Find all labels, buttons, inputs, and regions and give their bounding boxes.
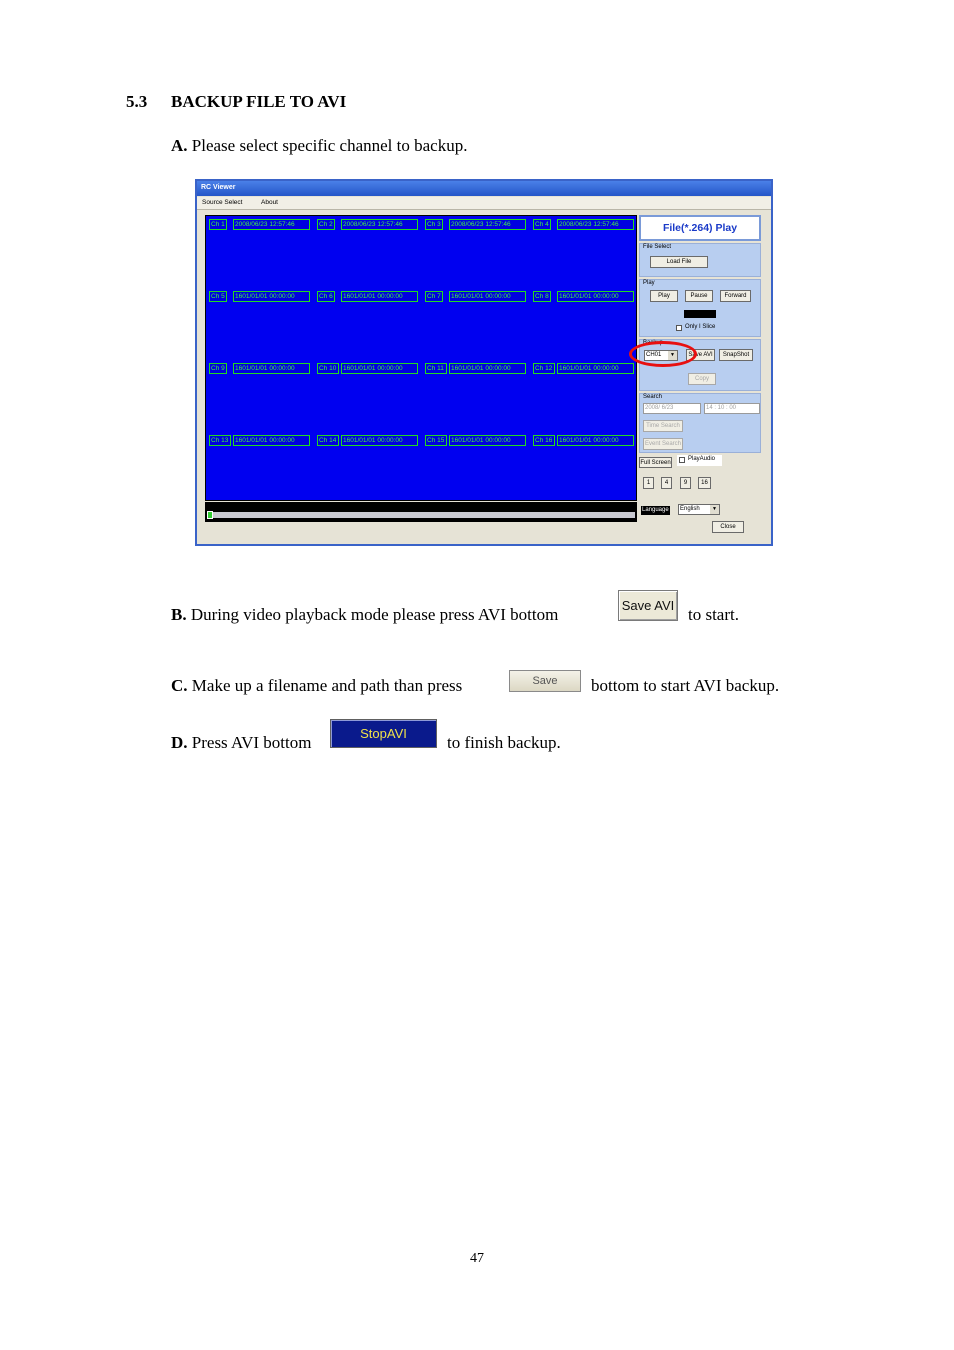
step-b: B. During video playback mode please pre…: [171, 605, 558, 625]
channel-timestamp: 1601/01/01 00:00:00: [557, 435, 634, 446]
video-grid: Ch 1 2008/06/23 12:57:46 Ch 2 2008/06/23…: [205, 215, 637, 501]
channel-timestamp: 2008/06/23 12:57:46: [233, 219, 310, 230]
channel-timestamp: 1601/01/01 00:00:00: [233, 435, 310, 446]
language-select-value: English: [680, 506, 700, 512]
playback-speed-indicator: [684, 310, 716, 318]
window-title: RC Viewer: [197, 181, 771, 196]
progress-track[interactable]: [207, 512, 635, 518]
search-group: Search 2008/ 6/23 14 : 10 : 00 Time Sear…: [639, 393, 761, 453]
time-search-button[interactable]: Time Search: [643, 420, 683, 432]
channel-timestamp: 2008/06/23 12:57:46: [341, 219, 418, 230]
step-d-text: Press AVI bottom: [187, 733, 312, 752]
play-audio-option: PlayAudio: [677, 455, 722, 466]
menu-about[interactable]: About: [261, 199, 278, 206]
channel-label: Ch 12: [533, 363, 555, 374]
menu-source-select[interactable]: Source Select: [202, 199, 242, 206]
channel-timestamp: 2008/06/23 12:57:46: [449, 219, 526, 230]
pause-button[interactable]: Pause: [685, 290, 713, 302]
step-c-after: bottom to start AVI backup.: [591, 676, 780, 695]
panel-title: File(*.264) Play: [639, 215, 761, 241]
language-select[interactable]: English ▼: [678, 504, 720, 515]
playback-progress[interactable]: [205, 502, 637, 522]
step-d-letter: D.: [171, 733, 188, 752]
page-number: 47: [470, 1251, 484, 1266]
play-group: Play Play Pause Forward Only I Slice: [639, 279, 761, 337]
channel-label: Ch 6: [317, 291, 335, 302]
channel-label: Ch 7: [425, 291, 443, 302]
channel-timestamp: 1601/01/01 00:00:00: [233, 291, 310, 302]
language-label: Language: [641, 506, 670, 515]
channel-label: Ch 9: [209, 363, 227, 374]
channel-label: Ch 2: [317, 219, 335, 230]
channel-label: Ch 14: [317, 435, 339, 446]
channel-label: Ch 13: [209, 435, 231, 446]
channel-timestamp: 1601/01/01 00:00:00: [233, 363, 310, 374]
file-select-group: File Select Load File: [639, 243, 761, 277]
copy-button[interactable]: Copy: [688, 373, 716, 385]
forward-button[interactable]: Forward: [720, 290, 751, 302]
channel-label: Ch 11: [425, 363, 447, 374]
channel-timestamp: 1601/01/01 00:00:00: [449, 291, 526, 302]
play-audio-label: PlayAudio: [688, 456, 716, 462]
section-heading: 5.3 BACKUP FILE TO AVI: [126, 92, 346, 112]
load-file-button[interactable]: Load File: [650, 256, 708, 268]
channel-timestamp: 2008/06/23 12:57:46: [557, 219, 634, 230]
channel-label: Ch 16: [533, 435, 555, 446]
step-b-letter: B.: [171, 605, 187, 624]
layout-1-button[interactable]: 1: [643, 477, 654, 489]
step-c: C. Make up a filename and path than pres…: [171, 676, 462, 696]
channel-timestamp: 1601/01/01 00:00:00: [341, 435, 418, 446]
menu-bar: Source Select About: [197, 197, 771, 210]
step-d: D. Press AVI bottom: [171, 733, 311, 753]
channel-label: Ch 15: [425, 435, 447, 446]
control-panel: File(*.264) Play File Select Load File P…: [639, 215, 761, 533]
highlight-ring: [629, 341, 697, 367]
step-d-after: to finish backup.: [447, 733, 561, 752]
channel-label: Ch 4: [533, 219, 551, 230]
step-a-letter: A.: [171, 136, 188, 155]
viewer-screenshot: RC Viewer Source Select About Ch 1 2008/…: [195, 179, 773, 546]
step-c-letter: C.: [171, 676, 188, 695]
save-avi-button-image: Save AVI: [618, 590, 678, 621]
full-screen-button[interactable]: Full Screen: [639, 457, 672, 468]
snapshot-button[interactable]: SnapShot: [719, 349, 753, 361]
chevron-down-icon: ▼: [710, 505, 719, 514]
stop-avi-button-image: StopAVI: [330, 719, 437, 748]
channel-timestamp: 1601/01/01 00:00:00: [341, 291, 418, 302]
section-number: 5.3: [126, 92, 148, 111]
channel-label: Ch 10: [317, 363, 339, 374]
channel-label: Ch 1: [209, 219, 227, 230]
layout-16-button[interactable]: 16: [698, 477, 711, 489]
channel-label: Ch 8: [533, 291, 551, 302]
layout-9-button[interactable]: 9: [680, 477, 691, 489]
file-select-label: File Select: [643, 244, 672, 250]
channel-timestamp: 1601/01/01 00:00:00: [557, 291, 634, 302]
section-title: BACKUP FILE TO AVI: [171, 92, 347, 111]
channel-timestamp: 1601/01/01 00:00:00: [449, 363, 526, 374]
search-label: Search: [643, 394, 663, 400]
play-label: Play: [643, 280, 655, 286]
channel-label: Ch 3: [425, 219, 443, 230]
channel-label: Ch 5: [209, 291, 227, 302]
event-search-button[interactable]: Event Search: [643, 438, 683, 450]
only-i-slice-label: Only I Slice: [685, 324, 716, 330]
channel-timestamp: 1601/01/01 00:00:00: [449, 435, 526, 446]
step-b-text: During video playback mode please press …: [186, 605, 559, 624]
progress-thumb[interactable]: [207, 511, 213, 519]
play-audio-checkbox[interactable]: [679, 457, 685, 463]
step-c-text: Make up a filename and path than press: [187, 676, 463, 695]
step-b-after: to start.: [688, 605, 739, 624]
step-a-text: Please select specific channel to backup…: [187, 136, 468, 155]
search-date-input[interactable]: 2008/ 6/23: [643, 403, 701, 414]
step-a: A. Please select specific channel to bac…: [171, 136, 467, 156]
only-i-slice-checkbox[interactable]: [676, 325, 682, 331]
layout-4-button[interactable]: 4: [661, 477, 672, 489]
channel-timestamp: 1601/01/01 00:00:00: [341, 363, 418, 374]
channel-timestamp: 1601/01/01 00:00:00: [557, 363, 634, 374]
search-time-input[interactable]: 14 : 10 : 00: [704, 403, 760, 414]
save-button-image: Save: [509, 670, 581, 692]
close-button[interactable]: Close: [712, 521, 744, 533]
play-button[interactable]: Play: [650, 290, 678, 302]
